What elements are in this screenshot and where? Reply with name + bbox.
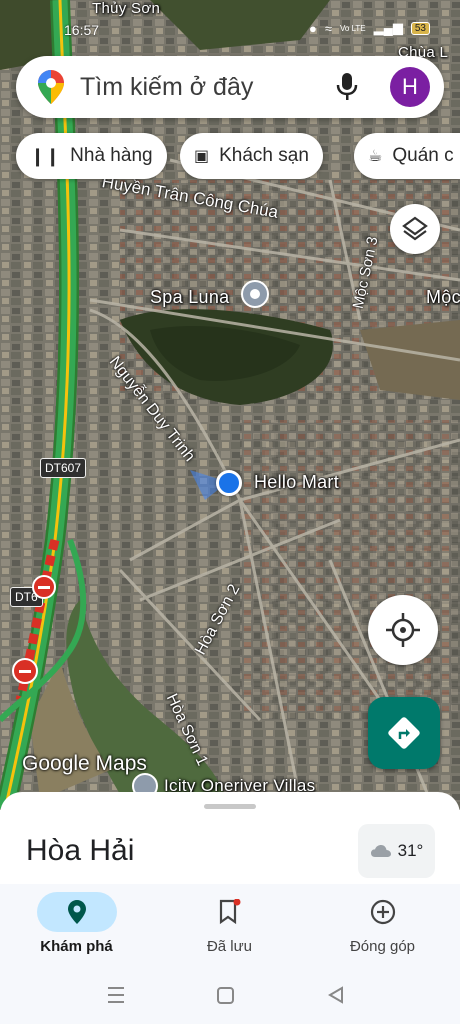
map-label-thuy-son: Thủy Sơn (92, 0, 161, 17)
back-icon[interactable] (328, 986, 343, 1004)
directions-icon (388, 717, 420, 749)
my-location-button[interactable] (368, 595, 438, 665)
microphone-icon[interactable] (336, 72, 358, 102)
map-view[interactable]: 16:57 ● ≈ Vo LTE ▂▄▆ 53 Thủy Sơn Chùa L … (0, 0, 460, 810)
nav-label: Đóng góp (349, 938, 416, 955)
map-label-moc: Mộc (426, 287, 460, 307)
poi-label-hello-mart[interactable]: Hello Mart (254, 472, 339, 493)
wifi-icon: ≈ (324, 20, 332, 36)
nav-explore[interactable]: Khám phá (0, 884, 153, 972)
layers-icon (402, 216, 428, 241)
chip-label: Khách sạn (219, 145, 309, 166)
bookmark-icon (219, 899, 241, 925)
search-bar[interactable]: Tìm kiếm ở đây H (16, 56, 444, 118)
status-time: 16:57 (64, 22, 100, 38)
nav-icon-wrap (343, 892, 423, 932)
network-label: Vo LTE (340, 23, 366, 33)
poi-label-spa-luna[interactable]: Spa Luna (150, 287, 229, 308)
hotel-icon: ▣ (194, 148, 210, 165)
chip-cafes[interactable]: ☕ Quán c (354, 133, 460, 179)
signal-icon: ▂▄▆ (373, 20, 403, 35)
current-location-dot[interactable] (216, 470, 242, 496)
bottom-navigation: Khám phá Đã lưu Đóng góp (0, 884, 460, 972)
sheet-drag-handle[interactable] (204, 804, 256, 809)
chip-label: Nhà hàng (70, 145, 153, 166)
cloud-icon (370, 845, 391, 857)
no-entry-icon (32, 575, 56, 599)
restaurant-icon: ❙❙ (30, 145, 61, 166)
battery-indicator: 53 (410, 21, 430, 35)
spa-pin-icon[interactable] (241, 280, 269, 308)
nav-saved[interactable]: Đã lưu (153, 884, 306, 972)
cafe-icon: ☕ (368, 148, 383, 165)
recents-icon[interactable] (108, 987, 124, 1003)
area-name: Hòa Hải (26, 834, 135, 867)
no-entry-icon (12, 658, 38, 684)
nav-label: Đã lưu (206, 938, 253, 955)
status-bar: 16:57 ● ≈ Vo LTE ▂▄▆ 53 (0, 0, 460, 46)
system-nav-icons (108, 986, 343, 1004)
add-circle-icon (370, 899, 396, 925)
account-avatar[interactable]: H (390, 67, 430, 107)
search-input[interactable]: Tìm kiếm ở đây (80, 73, 253, 102)
nav-contribute[interactable]: Đóng góp (306, 884, 459, 972)
nav-label: Khám phá (40, 938, 113, 955)
google-maps-watermark: Google Maps (22, 752, 147, 775)
road-badge-dt607: DT607 (40, 458, 87, 478)
status-icons: ● ≈ Vo LTE ▂▄▆ 53 (309, 20, 430, 36)
chip-restaurants[interactable]: ❙❙ Nhà hàng (16, 133, 167, 179)
satellite-imagery (0, 0, 460, 810)
home-icon[interactable] (217, 987, 234, 1004)
temperature: 31° (397, 841, 424, 860)
weather-chip[interactable]: 31° (358, 824, 435, 878)
layers-button[interactable] (390, 204, 440, 254)
google-maps-logo-icon (38, 70, 64, 104)
system-navigation-bar (0, 972, 460, 1024)
chip-label: Quán c (392, 145, 454, 166)
directions-button[interactable] (368, 697, 440, 769)
nav-icon-wrap (37, 892, 117, 932)
location-status-icon: ● (309, 20, 317, 36)
nav-icon-wrap (190, 892, 270, 932)
explore-pin-icon (68, 900, 86, 924)
chip-hotels[interactable]: ▣ Khách sạn (180, 133, 323, 179)
crosshair-icon (386, 613, 420, 647)
